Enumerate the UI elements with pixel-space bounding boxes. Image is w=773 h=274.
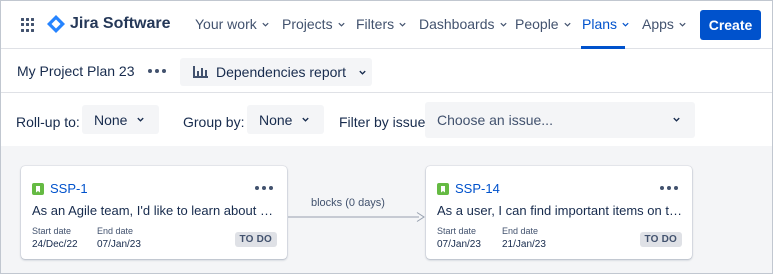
nav-filters[interactable]: Filters [356, 16, 407, 32]
app-switcher-icon[interactable] [21, 18, 35, 32]
group-by-select[interactable]: None [247, 105, 324, 134]
chevron-down-icon [262, 22, 269, 27]
filter-issue-label: Filter by issue: [339, 114, 430, 130]
active-nav-indicator [581, 46, 625, 49]
create-button[interactable]: Create [700, 10, 761, 40]
rollup-value: None [94, 111, 128, 128]
plan-title: My Project Plan 23 [17, 63, 135, 79]
nav-people[interactable]: People [515, 16, 572, 32]
dependency-label: blocks (0 days) [311, 197, 385, 209]
app-window: Jira Software Your work Projects Filters… [0, 0, 773, 274]
dependency-arrow[interactable] [288, 211, 425, 223]
issue-summary: As an Agile team, I'd like to learn abou… [32, 203, 277, 218]
filter-issue-select[interactable]: Choose an issue... [425, 102, 695, 138]
nav-filters-label: Filters [356, 16, 395, 32]
issue-card-ssp-1[interactable]: SSP-1 As an Agile team, I'd like to lear… [21, 166, 287, 259]
end-date-label: End date [97, 226, 134, 236]
chevron-down-icon [499, 22, 507, 27]
story-icon [437, 182, 449, 195]
story-icon [32, 182, 44, 195]
start-date-value: 07/Jan/23 [437, 239, 481, 250]
nav-plans[interactable]: Plans [582, 16, 630, 32]
report-selector-button[interactable]: Dependencies report [180, 58, 372, 86]
nav-your-work[interactable]: Your work [195, 16, 270, 32]
filter-bar: Roll-up to: None Group by: None Filter b… [1, 94, 772, 146]
start-date: Start date 07/Jan/23 [437, 226, 481, 250]
start-date-label: Start date [437, 226, 477, 236]
status-badge: TO DO [234, 232, 277, 247]
jira-mark-icon [47, 15, 65, 33]
rollup-select[interactable]: None [82, 105, 159, 134]
end-date-value: 21/Jan/23 [502, 239, 546, 250]
issue-key: SSP-1 [50, 181, 88, 196]
end-date-label: End date [502, 226, 539, 236]
start-date-value: 24/Dec/22 [32, 239, 78, 250]
report-selector-label: Dependencies report [216, 64, 346, 80]
more-actions-icon[interactable] [148, 69, 166, 73]
issue-key: SSP-14 [455, 181, 500, 196]
chevron-down-icon [622, 22, 629, 27]
issue-summary: As a user, I can find important items on… [437, 203, 682, 218]
nav-apps[interactable]: Apps [642, 16, 687, 32]
group-by-label: Group by: [183, 114, 245, 130]
status-badge: TO DO [639, 232, 682, 247]
bar-chart-icon [193, 66, 208, 78]
chevron-down-icon [302, 117, 309, 122]
card-more-icon[interactable] [255, 186, 273, 190]
issue-key-link[interactable]: SSP-14 [437, 181, 500, 196]
end-date: End date 21/Jan/23 [502, 226, 546, 250]
end-date-value: 07/Jan/23 [97, 239, 141, 250]
top-navigation: Jira Software Your work Projects Filters… [1, 1, 772, 49]
nav-people-label: People [515, 16, 559, 32]
nav-projects-label: Projects [282, 16, 333, 32]
end-date: End date 07/Jan/23 [97, 226, 141, 250]
chevron-down-icon [399, 22, 406, 27]
start-date-label: Start date [32, 226, 72, 236]
rollup-label: Roll-up to: [16, 114, 80, 130]
nav-projects[interactable]: Projects [282, 16, 346, 32]
dependencies-canvas: SSP-1 As an Agile team, I'd like to lear… [1, 146, 772, 273]
plan-header: My Project Plan 23 Dependencies report [1, 50, 772, 93]
nav-plans-label: Plans [582, 16, 618, 32]
start-date: Start date 24/Dec/22 [32, 226, 78, 250]
chevron-down-icon [359, 70, 366, 75]
issue-card-ssp-14[interactable]: SSP-14 As a user, I can find important i… [426, 166, 692, 259]
issue-key-link[interactable]: SSP-1 [32, 181, 88, 196]
chevron-down-icon [137, 117, 144, 122]
nav-apps-label: Apps [642, 16, 674, 32]
chevron-down-icon [563, 22, 571, 27]
chevron-down-icon [673, 117, 680, 122]
nav-your-work-label: Your work [195, 16, 257, 32]
chevron-down-icon [337, 22, 345, 27]
filter-issue-placeholder: Choose an issue... [437, 112, 553, 128]
card-more-icon[interactable] [660, 186, 678, 190]
product-name: Jira Software [70, 15, 171, 32]
nav-dashboards-label: Dashboards [419, 16, 495, 32]
group-by-value: None [259, 111, 293, 128]
chevron-down-icon [679, 22, 686, 27]
nav-dashboards[interactable]: Dashboards [419, 16, 508, 32]
jira-logo[interactable]: Jira Software [47, 15, 170, 33]
